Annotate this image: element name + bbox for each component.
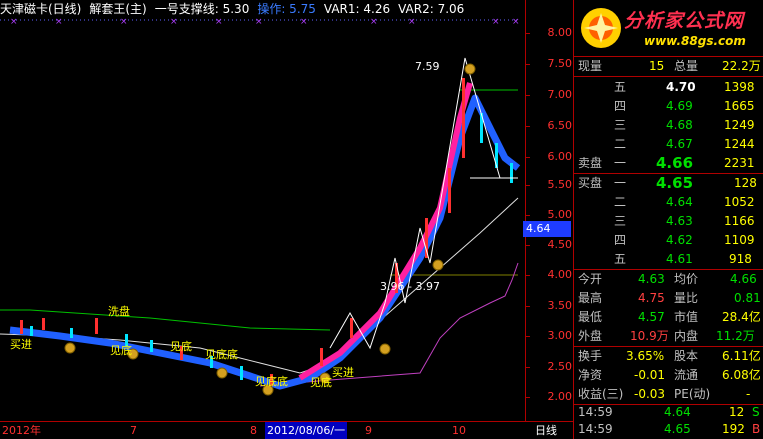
bid-row[interactable]: 四 4.62 1109 xyxy=(574,231,763,250)
price-tick: 5.50 xyxy=(526,178,572,191)
date-month-7: 7 xyxy=(130,424,137,437)
ask-row[interactable]: 五 4.70 1398 xyxy=(574,78,763,97)
kline-chart[interactable]: × × × × × × × × × × × 7.59 3.96 - 3.97 洗… xyxy=(0,18,525,421)
price-tick: 5.00 xyxy=(526,208,572,221)
stat-row: 净资 -0.01 流通 6.08亿 xyxy=(578,368,761,382)
svg-text:×: × xyxy=(492,18,500,27)
svg-text:×: × xyxy=(170,18,178,27)
stat-row: 外盘 10.9万 内盘 11.2万 xyxy=(578,329,755,343)
var1-value: VAR1: 4.26 xyxy=(323,2,391,16)
price-tick: 4.50 xyxy=(526,238,572,251)
stat-row: 最低 4.57 市值 28.4亿 xyxy=(578,310,761,324)
buy-label-1: 买进 xyxy=(10,338,32,351)
chart-header: 天津磁卡(日线) 解套王(主) 一号支撑线: 5.30 操作: 5.75 VAR1: 4… xyxy=(0,0,525,18)
ask-row[interactable]: 卖盘一 4.66 2231 xyxy=(574,154,763,173)
bottom-label-2: 见底 xyxy=(170,339,192,353)
support-line-value: 一号支撑线: 5.30 xyxy=(154,2,250,16)
top-markers: × × × × × × × × × × × xyxy=(10,18,520,27)
stat-row: 收益(三) -0.03 PE(动) - xyxy=(578,387,751,401)
range-label: 3.96 - 3.97 xyxy=(380,280,440,293)
svg-text:×: × xyxy=(512,18,520,27)
price-tick: 6.00 xyxy=(526,150,572,163)
ask-row[interactable]: 四 4.69 1665 xyxy=(574,97,763,116)
period-button[interactable]: 日线 xyxy=(535,422,557,439)
price-tick: 4.00 xyxy=(526,268,572,281)
stat-row: 今开 4.63 均价 4.66 xyxy=(578,272,757,286)
svg-text:×: × xyxy=(55,18,63,27)
tick-row: 14:59 4.65 192 B xyxy=(578,422,761,436)
svg-text:×: × xyxy=(10,18,18,27)
bid-row[interactable]: 买盘一 4.65 128 xyxy=(574,174,763,193)
price-tick: 7.00 xyxy=(526,88,572,101)
wash-label: 洗盘 xyxy=(108,304,130,318)
price-tick: 6.50 xyxy=(526,119,572,132)
stat-row: 换手 3.65% 股本 6.11亿 xyxy=(578,349,761,363)
date-cursor: 2012/08/06/一 xyxy=(265,422,348,439)
ask-row[interactable]: 二 4.67 1244 xyxy=(574,135,763,154)
price-tick: 3.00 xyxy=(526,329,572,342)
operation-value: 操作: 5.75 xyxy=(257,2,316,16)
logo-url: www.88gs.com xyxy=(644,34,746,48)
svg-text:×: × xyxy=(215,18,223,27)
price-tick: 8.00 xyxy=(526,26,572,39)
logo-title: 分析家公式网 xyxy=(624,10,745,32)
current-price-marker: 4.64 xyxy=(523,221,571,237)
bid-row[interactable]: 三 4.63 1166 xyxy=(574,212,763,231)
stock-title[interactable]: 天津磁卡(日线) xyxy=(0,2,81,16)
buy-label-2: 买进 xyxy=(332,366,354,379)
price-tick: 2.50 xyxy=(526,360,572,373)
price-axis: 8.00 7.50 7.00 6.50 6.00 5.50 5.00 4.50 … xyxy=(525,0,573,421)
svg-text:×: × xyxy=(370,18,378,27)
stat-row: 最高 4.75 量比 0.81 xyxy=(578,291,761,305)
peak-label: 7.59 xyxy=(415,60,440,73)
ask-row[interactable]: 三 4.68 1249 xyxy=(574,116,763,135)
var2-value: VAR2: 7.06 xyxy=(398,2,465,16)
site-logo: 分析家公式网 www.88gs.com xyxy=(574,0,763,56)
bid-row[interactable]: 二 4.64 1052 xyxy=(574,193,763,212)
price-tick: 3.50 xyxy=(526,299,572,312)
date-month-9: 9 xyxy=(365,424,372,437)
price-tick: 2.00 xyxy=(526,390,572,403)
svg-text:×: × xyxy=(120,18,128,27)
date-month-10: 10 xyxy=(452,424,466,437)
stock-chart-window: 天津磁卡(日线) 解套王(主) 一号支撑线: 5.30 操作: 5.75 VAR1: 4… xyxy=(0,0,763,439)
date-axis[interactable]: 2012年 7 8 2012/08/06/一 9 10 日线 xyxy=(0,421,573,439)
price-tick: 7.50 xyxy=(526,57,572,70)
date-year: 2012年 xyxy=(2,424,41,437)
svg-text:×: × xyxy=(255,18,263,27)
quote-panel: 分析家公式网 www.88gs.com 现量 15 总量 22.2万 五 4.70… xyxy=(573,0,763,439)
bottom-label-4: 见底底 xyxy=(255,374,288,388)
bid-row[interactable]: 五 4.61 918 xyxy=(574,250,763,269)
logo-icon xyxy=(581,8,621,48)
date-month-8: 8 xyxy=(250,424,257,437)
green-line xyxy=(0,309,331,331)
indicator-name[interactable]: 解套王(主) xyxy=(89,2,146,16)
svg-text:×: × xyxy=(300,18,308,27)
trend-band-blue xyxy=(9,94,521,390)
volume-row: 现量 15 总量 22.2万 xyxy=(578,59,761,73)
bottom-label-1: 见底 xyxy=(110,343,132,357)
bottom-label-3: 见底底 xyxy=(205,347,238,361)
svg-text:×: × xyxy=(408,18,416,27)
bottom-label-5: 见底 xyxy=(310,375,332,389)
